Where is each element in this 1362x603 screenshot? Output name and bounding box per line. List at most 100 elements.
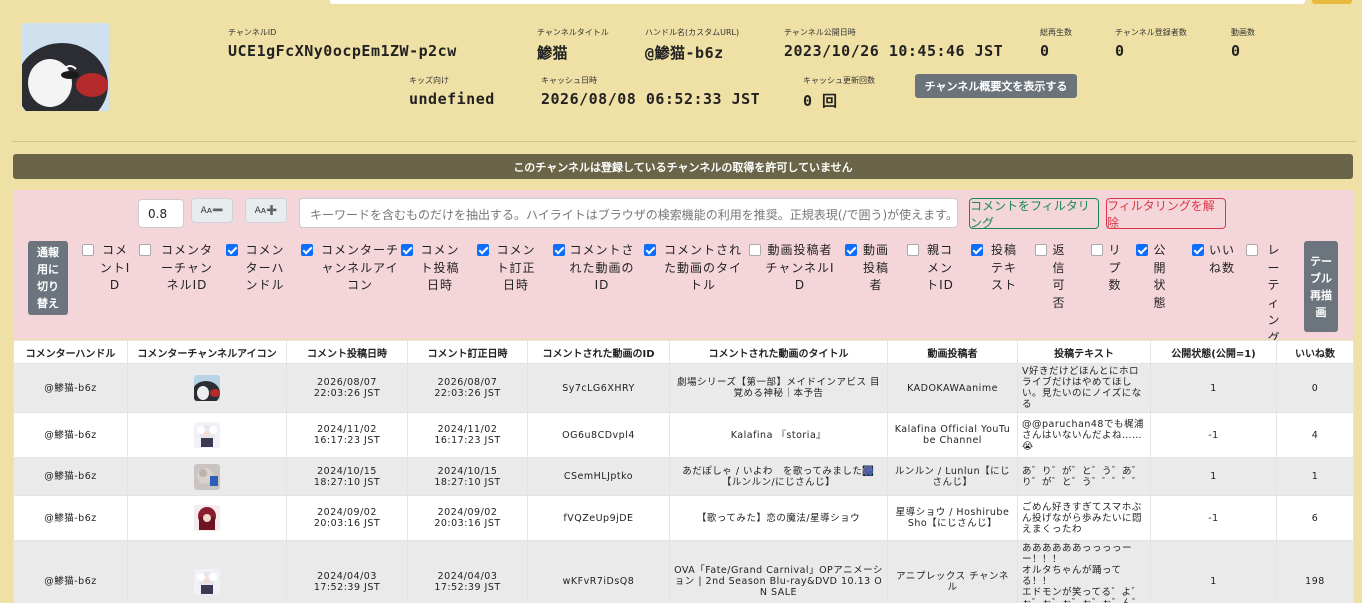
column-toggle-comment-id[interactable]: コメントID [82,242,132,295]
commenter-handle[interactable]: @鯵猫-b6z [13,540,128,603]
checkbox-checked[interactable] [1192,244,1204,256]
channel-title-label: チャンネルタイトル [537,28,609,37]
column-header[interactable]: 動画投稿者 [887,340,1018,364]
handle-block: ハンドル名(カスタムURL) @鯵猫-b6z [645,27,739,63]
column-toggle-uploader[interactable]: 動画投稿者 [845,242,891,295]
column-header[interactable]: 公開状態(公開=1) [1150,340,1277,364]
video-id[interactable]: wKFvR7iDsQ8 [527,540,670,603]
column-header[interactable]: 投稿テキスト [1017,340,1151,364]
like-count: 4 [1276,412,1354,458]
column-header[interactable]: コメンターチャンネルアイコン [127,340,287,364]
column-toggle-label: コメントされた動画のID [569,243,635,292]
red-hair-avatar-icon[interactable] [194,505,220,531]
column-toggle-parent-comment-id[interactable]: 親コメントID [907,242,957,295]
video-title[interactable]: OVA「Fate/Grand Carnival」OPアニメーション | 2nd … [669,540,888,603]
uploader[interactable]: Kalafina Official YouTube Channel [887,412,1018,458]
commenter-handle[interactable]: @鯵猫-b6z [13,495,128,541]
font-decrease-button[interactable]: Aᴀ➖ [191,198,233,223]
commenter-handle[interactable]: @鯵猫-b6z [13,363,128,413]
column-toggle-likes[interactable]: いいね数 [1192,242,1236,277]
checkbox[interactable] [1246,244,1258,256]
column-toggle-edited-at[interactable]: コメント訂正日時 [477,242,539,295]
table-row: @鯵猫-b6z 2024/09/02 20:03:16 JST 2024/09/… [13,495,1354,541]
commenter-handle[interactable]: @鯵猫-b6z [13,412,128,458]
column-header[interactable]: コメント訂正日時 [407,340,528,364]
font-scale-input[interactable]: 0.8 [138,199,184,228]
checkbox-checked[interactable] [301,244,313,256]
font-increase-button[interactable]: Aᴀ➕ [245,198,287,223]
video-id[interactable]: OG6u8CDvpl4 [527,412,670,458]
column-toggle-label: コメンターハンドル [245,243,285,292]
column-toggle-reply-allowed[interactable]: 返信可否 [1035,242,1067,312]
column-toggle-label: コメント投稿日時 [420,243,460,292]
report-mode-toggle-button[interactable]: 通報用に切り替え [28,241,68,315]
checkbox[interactable] [749,244,761,256]
uploader[interactable]: ルンルン / Lunlun【にじさんじ】 [887,457,1018,496]
column-toggle-video-id[interactable]: コメントされた動画のID [553,242,635,295]
column-header[interactable]: コメンターハンドル [13,340,128,364]
uploader[interactable]: KADOKAWAanime [887,363,1018,413]
column-toggle-label: いいね数 [1208,243,1235,275]
column-toggle-commenter-icon[interactable]: コメンターチャンネルアイコン [301,242,403,295]
column-toggle-public-status[interactable]: 公開状態 [1136,242,1168,312]
table-row: @鯵猫-b6z 2024/04/03 17:52:39 JST 2024/04/… [13,540,1354,603]
clear-filter-button[interactable]: フィルタリングを解除 [1106,198,1226,230]
column-toggle-commenter-handle[interactable]: コメンターハンドル [226,242,288,295]
checkbox[interactable] [82,244,94,256]
videos-label: 動画数 [1231,28,1255,37]
channel-id-value: UCE1gFcXNy0ocpEm1ZW-p2cw [228,42,457,60]
checkbox-checked[interactable] [845,244,857,256]
filter-comments-button[interactable]: コメントをフィルタリング [969,198,1099,230]
white-hair-avatar-icon[interactable] [194,568,220,595]
checkbox-checked[interactable] [971,244,983,256]
checkbox-checked[interactable] [1136,244,1148,256]
video-id[interactable]: Sy7cLG6XHRY [527,363,670,413]
checkbox-checked[interactable] [644,244,656,256]
commenter-handle[interactable]: @鯵猫-b6z [13,457,128,496]
keyword-filter-input[interactable]: キーワードを含むものだけを抽出する。ハイライトはブラウザの検索機能の利用を推奨。… [299,198,958,228]
video-title[interactable]: あだぽしゃ / いよわ を歌ってみました🎆【ルンルン/にじさんじ】 [669,457,888,496]
uploader[interactable]: 星導ショウ / Hoshirube Sho【にじさんじ】 [887,495,1018,541]
penguin-avatar-icon[interactable] [194,375,220,401]
blue-ribbon-avatar-icon[interactable] [194,463,220,490]
column-header[interactable]: コメント投稿日時 [286,340,408,364]
column-toggle-video-title[interactable]: コメントされた動画のタイトル [644,242,746,295]
cache-block: キャッシュ日時 2026/08/08 06:52:33 JST [541,75,760,108]
checkbox[interactable] [139,244,151,256]
video-title[interactable]: 劇場シリーズ【第一部】メイドインアビス 目覚める神秘｜本予告 [669,363,888,413]
top-button-edge[interactable] [1312,0,1352,4]
uploader[interactable]: アニプレックス チャンネル [887,540,1018,603]
white-hair-avatar-icon[interactable] [194,422,220,448]
checkbox[interactable] [1035,244,1047,256]
checkbox-checked[interactable] [477,244,489,256]
commenter-icon-cell [127,412,287,458]
handle-label: ハンドル名(カスタムURL) [645,28,740,37]
video-id[interactable]: CSemHLJptko [527,457,670,496]
column-toggle-uploader-channel-id[interactable]: 動画投稿者チャンネルID [749,242,835,295]
comment-text: @@paruchan48でも梶浦さんはいないんだよね……😭 [1017,412,1151,458]
show-description-button[interactable]: チャンネル概要文を表示する [915,74,1077,98]
checkbox-checked[interactable] [553,244,565,256]
column-header[interactable]: コメントされた動画のID [527,340,670,364]
handle-value: @鯵猫-b6z [645,44,724,62]
column-header[interactable]: コメントされた動画のタイトル [669,340,888,364]
top-search-bar-edge[interactable] [330,0,1305,4]
redraw-table-button[interactable]: テーブル再描画 [1304,241,1338,332]
views-label: 総再生数 [1040,28,1072,37]
column-toggle-commenter-channel-id[interactable]: コメンターチャンネルID [139,242,219,295]
subs-label: チャンネル登録者数 [1115,28,1187,37]
column-header[interactable]: いいね数 [1276,340,1354,364]
video-title[interactable]: 【歌ってみた】恋の魔法/星導ショウ [669,495,888,541]
column-toggle-rating[interactable]: レーティング [1246,242,1286,347]
checkbox[interactable] [1091,244,1103,256]
video-title[interactable]: Kalafina 『storia』 [669,412,888,458]
video-id[interactable]: fVQZeUp9jDE [527,495,670,541]
column-toggle-text[interactable]: 投稿テキスト [971,242,1021,295]
checkbox-checked[interactable] [401,244,413,256]
checkbox[interactable] [907,244,919,256]
column-toggle-reply-count[interactable]: リプ数 [1091,242,1123,295]
checkbox-checked[interactable] [226,244,238,256]
like-count: 198 [1276,540,1354,603]
column-toggle-posted-at[interactable]: コメント投稿日時 [401,242,463,295]
column-toggle-label: 動画投稿者 [862,243,889,292]
